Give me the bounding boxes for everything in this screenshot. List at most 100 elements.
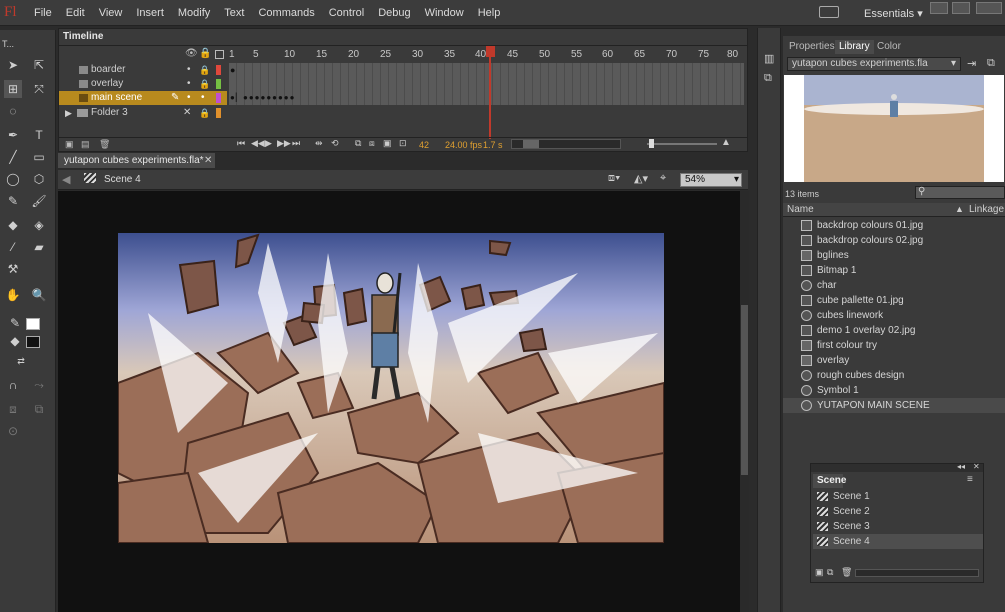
lasso-icon[interactable]: ◌ [4, 102, 22, 120]
expand-arrow-icon[interactable]: ▶ [65, 106, 72, 120]
menu-edit[interactable]: Edit [66, 7, 85, 19]
last-frame-icon[interactable]: ⏭ [292, 138, 300, 149]
rectangle-icon[interactable]: ▭ [30, 148, 48, 166]
frame-rate[interactable]: 24.00 fps [445, 140, 482, 150]
frame-row[interactable] [229, 77, 744, 91]
zoom-select[interactable]: 54% ▾ [680, 173, 742, 187]
library-item[interactable]: rough cubes design [783, 368, 1005, 383]
back-arrow-icon[interactable]: ◀ [62, 173, 70, 186]
step-back-icon[interactable]: ◀◀ [251, 138, 265, 149]
scene-item[interactable]: Scene 2 [813, 504, 983, 519]
library-item[interactable]: Symbol 1 [783, 383, 1005, 398]
scene-tab[interactable]: Scene [813, 474, 846, 488]
transform-panel-icon[interactable]: ⧉ [764, 72, 772, 85]
pin-icon[interactable]: ⇥ [967, 57, 976, 70]
line-icon[interactable]: ╱ [4, 148, 22, 166]
paint-bucket-icon[interactable]: ◆ [4, 216, 22, 234]
menu-view[interactable]: View [99, 7, 123, 19]
timeline-tab[interactable]: Timeline [59, 29, 107, 45]
menu-control[interactable]: Control [329, 7, 364, 19]
menu-help[interactable]: Help [478, 7, 501, 19]
menu-commands[interactable]: Commands [258, 7, 314, 19]
document-tab[interactable]: yutapon cubes experiments.fla* ✕ [58, 153, 215, 168]
gamepad-icon[interactable] [819, 6, 839, 18]
duplicate-scene-icon[interactable]: ⧉ [827, 567, 833, 578]
edit-symbol-icon[interactable]: ◭▾ [634, 172, 648, 185]
close-tab-icon[interactable]: ✕ [204, 153, 212, 168]
lock-all-icon[interactable]: 🔒 [199, 48, 211, 59]
visibility-dot-icon[interactable]: • [187, 91, 191, 105]
tab-properties[interactable]: Properties [785, 40, 839, 54]
menu-insert[interactable]: Insert [136, 7, 164, 19]
layer-row-boarder[interactable]: boarder • 🔒 [59, 63, 227, 77]
layer-row-folder-3[interactable]: ▶ Folder 3 ✕ 🔒 [59, 106, 227, 120]
menu-debug[interactable]: Debug [378, 7, 410, 19]
edit-multiple-icon[interactable]: ▣ [383, 138, 392, 149]
zoom-in-frames-icon[interactable]: ▲ [721, 137, 731, 148]
layer-color-swatch[interactable] [216, 79, 221, 89]
onion-skin-icon[interactable]: ⧉ [355, 138, 361, 149]
elapsed-time[interactable]: 1.7 s [483, 140, 503, 150]
new-layer-icon[interactable]: ▣ [65, 139, 74, 150]
center-frame-icon[interactable]: ⇹ [315, 138, 323, 149]
3d-rotation-icon[interactable]: ⤧ [30, 80, 48, 98]
scene-item[interactable]: Scene 4 [813, 534, 983, 549]
onion-outline-icon[interactable]: ⧈ [369, 138, 375, 149]
library-item[interactable]: backdrop colours 01.jpg [783, 218, 1005, 233]
workspace-switcher[interactable]: Essentials ▾ [864, 7, 923, 20]
library-item[interactable]: overlay [783, 353, 1005, 368]
stage-canvas[interactable] [118, 233, 664, 543]
library-item[interactable]: first colour try [783, 338, 1005, 353]
sort-arrow-icon[interactable]: ▲ [955, 204, 964, 214]
step-forward-icon[interactable]: ▶▶ [277, 138, 291, 149]
delete-scene-icon[interactable]: 🗑 [841, 567, 852, 578]
fill-color-swatch[interactable] [26, 336, 40, 348]
menu-text[interactable]: Text [224, 7, 244, 19]
eyedropper-icon[interactable]: ⁄ [4, 238, 22, 256]
tab-library[interactable]: Library [835, 40, 874, 54]
column-name[interactable]: Name [787, 204, 814, 215]
scene-hscrollbar[interactable] [855, 569, 979, 577]
pen-icon[interactable]: ✒ [4, 126, 22, 144]
scene-item[interactable]: Scene 3 [813, 519, 983, 534]
library-item[interactable]: backdrop colours 02.jpg [783, 233, 1005, 248]
add-scene-icon[interactable]: ▣ [815, 567, 824, 578]
library-item[interactable]: char [783, 278, 1005, 293]
maximize-button[interactable] [952, 2, 970, 14]
menu-modify[interactable]: Modify [178, 7, 210, 19]
frame-row[interactable] [229, 91, 744, 105]
lock-icon[interactable]: 🔒 [199, 63, 210, 77]
library-item[interactable]: cube pallette 01.jpg [783, 293, 1005, 308]
library-item[interactable]: cubes linework [783, 308, 1005, 323]
panel-menu-icon[interactable]: ≡ [967, 474, 973, 485]
frame-zoom-slider[interactable] [647, 143, 717, 145]
brush-icon[interactable]: 🖌 [30, 192, 48, 210]
polystar-icon[interactable]: ⬡ [30, 170, 48, 188]
library-item[interactable]: Bitmap 1 [783, 263, 1005, 278]
show-hide-all-icon[interactable]: 👁 [185, 48, 198, 59]
library-item[interactable]: bglines [783, 248, 1005, 263]
ink-bottle-icon[interactable]: ◈ [30, 216, 48, 234]
current-frame[interactable]: 42 [419, 140, 429, 150]
new-folder-icon[interactable]: ▤ [81, 139, 90, 150]
play-icon[interactable]: ▶ [265, 138, 272, 149]
bone-icon[interactable]: ⚒ [4, 260, 22, 278]
menu-window[interactable]: Window [425, 7, 464, 19]
lock-icon[interactable]: 🔒 [199, 106, 210, 120]
align-panel-icon[interactable]: ▥ [764, 52, 774, 65]
close-panel-icon[interactable]: ✕ [973, 462, 980, 471]
collapse-icon[interactable]: ◂◂ [957, 462, 965, 471]
loop-icon[interactable]: ⟲ [331, 138, 339, 149]
snap-magnet-icon[interactable]: ∩ [4, 376, 22, 394]
vscroll-thumb[interactable] [741, 305, 748, 475]
library-item[interactable]: YUTAPON MAIN SCENE [783, 398, 1005, 413]
close-button[interactable] [976, 2, 1002, 14]
text-tool-icon[interactable]: T [30, 126, 48, 144]
pencil-icon[interactable]: ✎ [4, 192, 22, 210]
library-search-input[interactable]: ⚲ [915, 186, 1005, 199]
layer-color-swatch[interactable] [216, 93, 221, 103]
frame-row[interactable] [229, 106, 744, 120]
layer-row-main-scene[interactable]: main scene ✎ • • [59, 91, 227, 105]
outline-all-icon[interactable] [215, 50, 224, 59]
tab-color[interactable]: Color [873, 40, 905, 54]
